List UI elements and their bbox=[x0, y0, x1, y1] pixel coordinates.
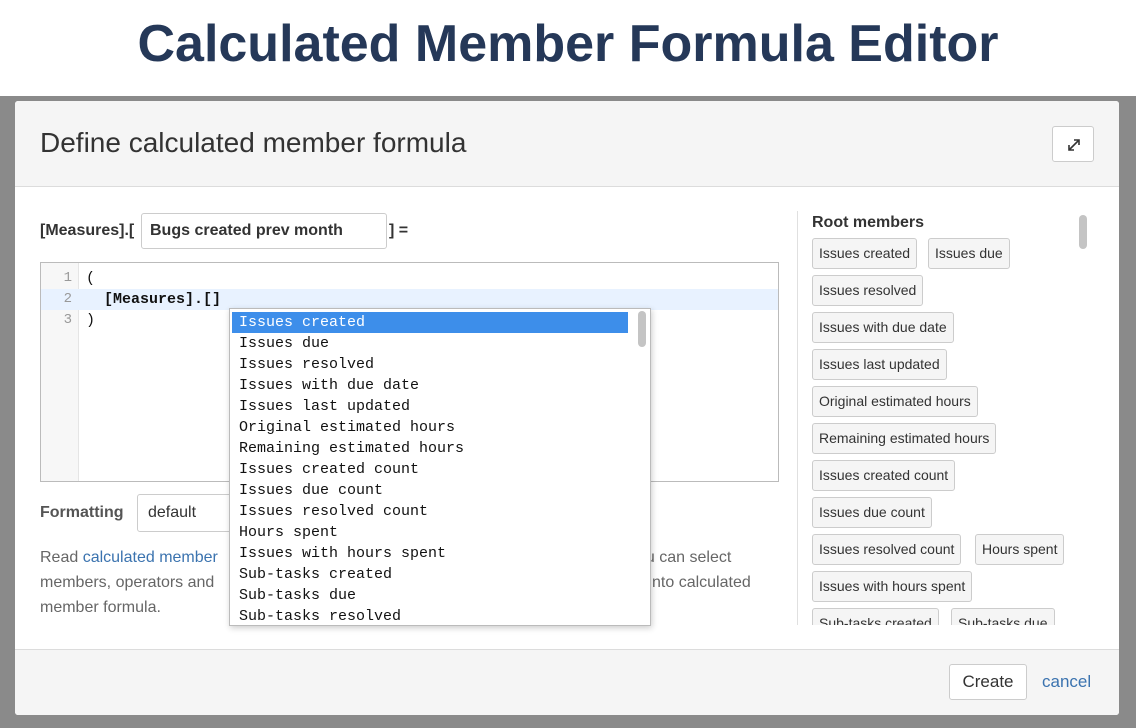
root-member-chip[interactable]: Hours spent bbox=[975, 534, 1065, 565]
member-name-input[interactable]: Bugs created prev month bbox=[141, 213, 387, 249]
formula-dialog: Define calculated member formula [Measur… bbox=[15, 101, 1119, 715]
side-divider bbox=[797, 211, 798, 625]
code-line-active[interactable]: 2 [Measures].[] bbox=[41, 289, 778, 310]
root-member-chip[interactable]: Issues due bbox=[928, 238, 1010, 269]
calculated-member-link[interactable]: calculated member bbox=[83, 549, 218, 566]
member-name-prefix: [Measures].[ bbox=[40, 222, 135, 239]
expand-icon bbox=[1068, 139, 1080, 151]
dialog-header: Define calculated member formula bbox=[15, 101, 1119, 187]
autocomplete-item[interactable]: Issues resolved count bbox=[232, 501, 628, 522]
autocomplete-dropdown[interactable]: Issues created Issues due Issues resolved I… bbox=[229, 308, 651, 626]
autocomplete-item[interactable]: Sub-tasks due bbox=[232, 585, 628, 606]
root-member-chip[interactable]: Issues resolved count bbox=[812, 534, 962, 565]
autocomplete-item[interactable]: Issues due count bbox=[232, 480, 628, 501]
member-name-suffix: ] = bbox=[389, 222, 409, 239]
page-headline: Calculated Member Formula Editor bbox=[137, 15, 999, 73]
code-line[interactable]: 1 ( bbox=[41, 268, 778, 289]
autocomplete-item[interactable]: Remaining estimated hours bbox=[232, 438, 628, 459]
root-members-scrollbar[interactable] bbox=[1079, 215, 1087, 249]
autocomplete-list: Issues created Issues due Issues resolved I… bbox=[230, 312, 628, 625]
root-member-chip[interactable]: Issues resolved bbox=[812, 275, 924, 306]
autocomplete-item[interactable]: Issues with due date bbox=[232, 375, 628, 396]
help-prefix: Read bbox=[40, 549, 83, 566]
root-member-chip[interactable]: Issues created bbox=[812, 238, 918, 269]
expand-button[interactable] bbox=[1052, 126, 1094, 162]
cancel-link[interactable]: cancel bbox=[1042, 672, 1091, 692]
autocomplete-item[interactable]: Issues created bbox=[232, 312, 628, 333]
help-line-2-right: nto calculated bbox=[652, 574, 751, 591]
root-member-chip[interactable]: Sub-tasks created bbox=[812, 608, 939, 625]
root-members-panel: Root members Issues created Issues due Iss… bbox=[806, 211, 1096, 625]
root-member-chip[interactable]: Sub-tasks due bbox=[951, 608, 1055, 625]
help-line-3: member formula. bbox=[40, 599, 161, 616]
line-number: 1 bbox=[63, 270, 72, 286]
help-line-1-right: ou can select bbox=[637, 549, 732, 566]
autocomplete-scrollbar[interactable] bbox=[638, 311, 646, 347]
formatting-label: Formatting bbox=[40, 504, 124, 521]
code-text: ) bbox=[86, 312, 96, 329]
autocomplete-item[interactable]: Sub-tasks created bbox=[232, 564, 628, 585]
autocomplete-item[interactable]: Issues created count bbox=[232, 459, 628, 480]
root-members-title: Root members bbox=[812, 214, 925, 231]
autocomplete-item[interactable]: Original estimated hours bbox=[232, 417, 628, 438]
root-member-chip[interactable]: Issues with due date bbox=[812, 312, 954, 343]
code-text: [Measures].[] bbox=[86, 291, 222, 308]
root-member-chip[interactable]: Issues created count bbox=[812, 460, 956, 491]
autocomplete-item[interactable]: Hours spent bbox=[232, 522, 628, 543]
dialog-title: Define calculated member formula bbox=[40, 127, 467, 158]
autocomplete-item[interactable]: Issues last updated bbox=[232, 396, 628, 417]
help-line-2: members, operators and bbox=[40, 574, 215, 591]
root-member-chip[interactable]: Issues last updated bbox=[812, 349, 947, 380]
help-line-1: Read calculated member bbox=[40, 545, 218, 570]
root-member-chip[interactable]: Remaining estimated hours bbox=[812, 423, 997, 454]
autocomplete-item[interactable]: Sub-tasks resolved bbox=[232, 606, 628, 625]
root-member-chip[interactable]: Issues due count bbox=[812, 497, 932, 528]
autocomplete-item[interactable]: Issues with hours spent bbox=[232, 543, 628, 564]
code-text: ( bbox=[86, 270, 96, 287]
create-button[interactable]: Create bbox=[949, 664, 1027, 700]
root-member-chip[interactable]: Issues with hours spent bbox=[812, 571, 973, 602]
autocomplete-item[interactable]: Issues due bbox=[232, 333, 628, 354]
autocomplete-item[interactable]: Issues resolved bbox=[232, 354, 628, 375]
dialog-footer: Create cancel bbox=[15, 649, 1119, 715]
line-number: 2 bbox=[63, 291, 72, 307]
line-number: 3 bbox=[63, 312, 72, 328]
root-member-chip[interactable]: Original estimated hours bbox=[812, 386, 978, 417]
